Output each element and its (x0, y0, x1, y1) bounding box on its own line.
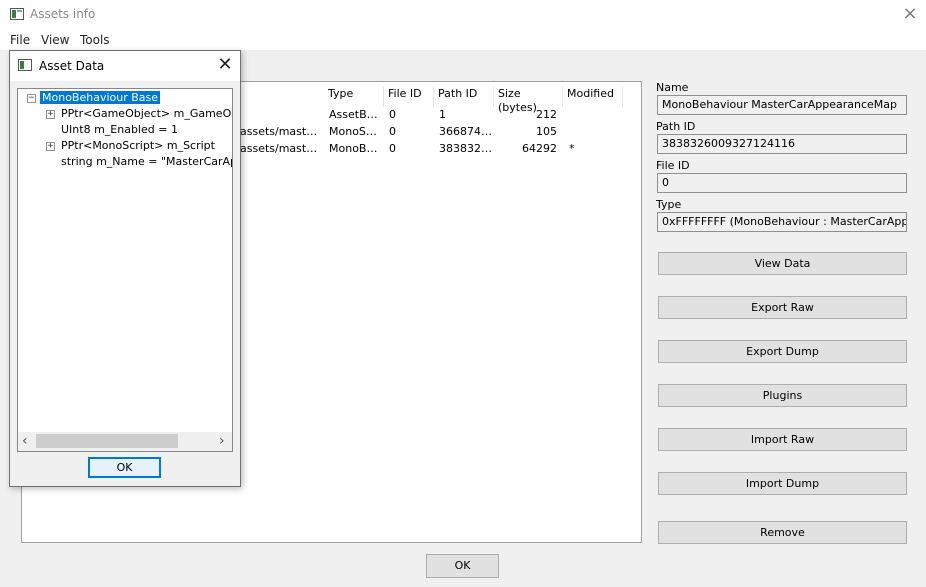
view-data-button[interactable]: View Data (658, 252, 907, 275)
table-cell-path-id[interactable]: 1 (439, 108, 491, 122)
table-cell-type[interactable]: MonoB… (329, 142, 381, 156)
column-header-file-id[interactable]: File ID (384, 87, 434, 107)
dialog-title: Asset Data (39, 59, 105, 73)
export-dump-button[interactable]: Export Dump (658, 340, 907, 363)
import-raw-button[interactable]: Import Raw (658, 428, 907, 451)
import-dump-button[interactable]: Import Dump (658, 472, 907, 495)
menu-tools[interactable]: Tools (80, 33, 110, 47)
app-icon (10, 8, 24, 20)
table-cell-path-id[interactable]: 366874… (439, 125, 491, 139)
menu-view[interactable]: View (41, 33, 69, 47)
type-field[interactable]: 0xFFFFFFFF (MonoBehaviour : MasterCarApp… (657, 212, 907, 232)
tree-node-root-label: MonoBehaviour Base (40, 91, 161, 104)
close-icon[interactable]: × (900, 4, 920, 24)
table-cell-modified[interactable]: * (569, 142, 609, 156)
export-raw-button[interactable]: Export Raw (658, 296, 907, 319)
table-cell-name[interactable]: assets/mast… (240, 125, 320, 139)
scroll-left-icon[interactable]: ‹ (22, 434, 28, 448)
name-field[interactable]: MonoBehaviour MasterCarAppearanceMap (657, 95, 907, 115)
table-cell-path-id[interactable]: 383832… (439, 142, 491, 156)
column-header-modified[interactable]: Modified (563, 87, 623, 107)
table-cell-file-id[interactable]: 0 (389, 108, 429, 122)
plugins-button[interactable]: Plugins (658, 384, 907, 407)
table-cell-size[interactable]: 105 (494, 125, 557, 139)
collapse-icon[interactable]: − (27, 94, 36, 103)
ok-button[interactable]: OK (426, 554, 499, 578)
scrollbar-thumb[interactable] (36, 434, 178, 448)
menu-file[interactable]: File (10, 33, 30, 47)
table-cell-size[interactable]: 212 (494, 108, 557, 122)
dialog-app-icon (18, 59, 32, 71)
menu-bar (0, 30, 926, 50)
dialog-ok-button[interactable]: OK (88, 457, 161, 478)
tree-node[interactable]: PPtr<MonoScript> m_Script (61, 139, 232, 153)
table-cell-name[interactable]: assets/mast… (240, 142, 320, 156)
table-cell-type[interactable]: AssetB… (329, 108, 381, 122)
path-id-label: Path ID (656, 120, 696, 133)
expand-icon[interactable]: + (46, 142, 55, 151)
column-header-path-id[interactable]: Path ID (434, 87, 494, 107)
tree-node[interactable]: UInt8 m_Enabled = 1 (61, 123, 232, 137)
file-id-field[interactable]: 0 (657, 173, 907, 193)
dialog-close-icon[interactable]: ✕ (214, 55, 236, 75)
file-id-label: File ID (656, 159, 690, 172)
tree-node[interactable]: string m_Name = "MasterCarAppearanceMap" (61, 155, 232, 169)
table-cell-file-id[interactable]: 0 (389, 125, 429, 139)
expand-icon[interactable]: + (46, 110, 55, 119)
remove-button[interactable]: Remove (658, 521, 907, 544)
table-cell-size[interactable]: 64292 (494, 142, 557, 156)
tree-node-root[interactable]: MonoBehaviour Base (40, 91, 161, 105)
column-header-size[interactable]: Size (bytes) (494, 87, 563, 114)
title-bar (0, 0, 926, 30)
table-cell-type[interactable]: MonoS… (329, 125, 381, 139)
path-id-field[interactable]: 3838326009327124116 (657, 134, 907, 154)
scroll-right-icon[interactable]: › (219, 434, 225, 448)
name-label: Name (656, 81, 689, 94)
type-label: Type (656, 198, 682, 211)
table-cell-file-id[interactable]: 0 (389, 142, 429, 156)
window-title: Assets info (30, 7, 96, 21)
column-header-type[interactable]: Type (324, 87, 384, 107)
tree-node[interactable]: PPtr<GameObject> m_GameObject (61, 107, 232, 121)
